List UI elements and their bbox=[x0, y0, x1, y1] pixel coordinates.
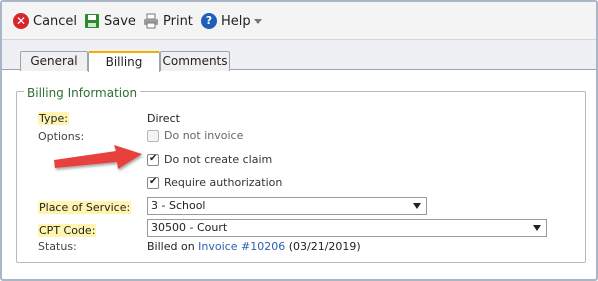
callout-arrow-icon bbox=[54, 145, 142, 169]
save-icon bbox=[84, 13, 100, 29]
do-not-invoice-label: Do not invoice bbox=[164, 129, 244, 142]
billing-information-group bbox=[16, 91, 586, 263]
dropdown-arrow-icon bbox=[533, 225, 541, 231]
do-not-create-claim-checkbox[interactable]: Do not create claim bbox=[147, 153, 272, 166]
type-value: Direct bbox=[147, 112, 180, 125]
billing-window: ✕ Cancel Save Print ? Help General Billi… bbox=[0, 0, 598, 281]
status-label: Status: bbox=[38, 240, 77, 253]
dropdown-arrow-icon bbox=[413, 203, 421, 209]
cancel-button[interactable]: ✕ Cancel bbox=[13, 12, 77, 30]
do-not-invoice-checkbox[interactable]: Do not invoice bbox=[147, 129, 243, 142]
billing-information-legend: Billing Information bbox=[24, 86, 141, 100]
checkbox-box bbox=[147, 129, 159, 142]
checkbox-box bbox=[147, 153, 159, 166]
cpt-code-value: 30500 - Court bbox=[151, 221, 228, 234]
tab-billing[interactable]: Billing bbox=[88, 51, 160, 72]
tab-comments[interactable]: Comments bbox=[160, 51, 230, 71]
status-prefix: Billed on bbox=[147, 240, 195, 253]
save-label: Save bbox=[104, 13, 136, 29]
tab-general[interactable]: General bbox=[20, 51, 88, 71]
print-button[interactable]: Print bbox=[143, 12, 193, 30]
place-of-service-label: Place of Service: bbox=[38, 201, 132, 214]
cancel-icon: ✕ bbox=[13, 13, 29, 29]
place-of-service-select[interactable]: 3 - School bbox=[147, 197, 427, 215]
printer-icon bbox=[143, 13, 159, 29]
invoice-link[interactable]: Invoice #10206 bbox=[198, 240, 285, 253]
do-not-create-claim-label: Do not create claim bbox=[164, 153, 273, 166]
cancel-label: Cancel bbox=[33, 13, 78, 29]
status-value: Billed on Invoice #10206 (03/21/2019) bbox=[147, 240, 361, 253]
place-of-service-value: 3 - School bbox=[151, 199, 206, 212]
require-authorization-label: Require authorization bbox=[164, 176, 283, 189]
help-menu-button[interactable]: ? Help bbox=[201, 12, 262, 30]
save-button[interactable]: Save bbox=[84, 12, 136, 30]
checkbox-box bbox=[147, 176, 159, 189]
help-icon: ? bbox=[201, 13, 217, 29]
status-date: (03/21/2019) bbox=[288, 240, 361, 253]
require-authorization-checkbox[interactable]: Require authorization bbox=[147, 176, 282, 189]
print-label: Print bbox=[163, 13, 193, 29]
toolbar: ✕ Cancel Save Print ? Help bbox=[2, 2, 596, 40]
type-label: Type: bbox=[38, 112, 69, 125]
cpt-code-select[interactable]: 30500 - Court bbox=[147, 219, 547, 237]
cpt-code-label: CPT Code: bbox=[38, 224, 97, 237]
chevron-down-icon bbox=[253, 18, 262, 24]
tab-strip: General Billing Comments bbox=[2, 40, 596, 72]
help-label: Help bbox=[221, 13, 251, 29]
